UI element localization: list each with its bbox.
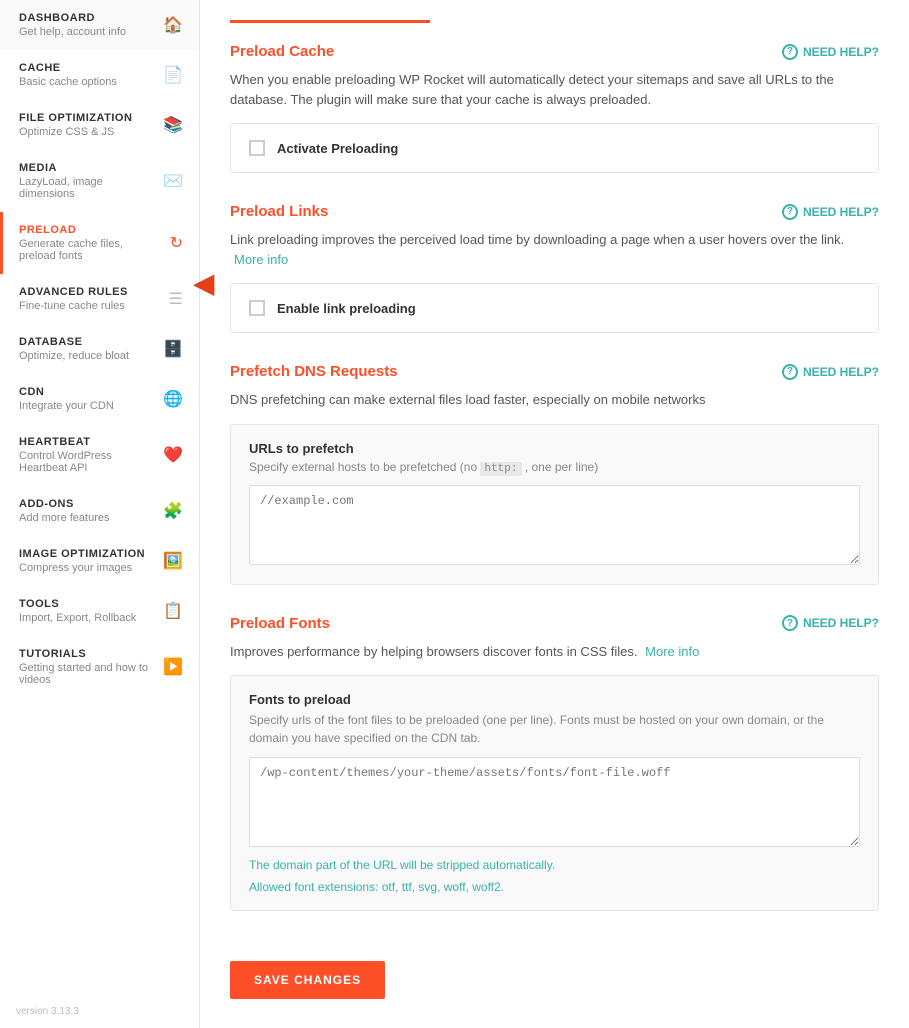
sidebar-item-media[interactable]: MEDIA LazyLoad, image dimensions ✉️: [0, 150, 199, 212]
image-opt-icon: 🖼️: [163, 551, 183, 571]
preload-links-help-link[interactable]: ? NEED HELP?: [782, 204, 879, 220]
main-content: Preload Cache ? NEED HELP? When you enab…: [200, 0, 909, 1028]
prefetch-dns-desc: DNS prefetching can make external files …: [230, 390, 879, 410]
preload-fonts-help-link[interactable]: ? NEED HELP?: [782, 615, 879, 631]
need-help-label-3: NEED HELP?: [803, 365, 879, 379]
help-circle-icon: ?: [782, 44, 798, 60]
need-help-label-2: NEED HELP?: [803, 205, 879, 219]
sidebar-item-database[interactable]: DATABASE Optimize, reduce bloat 🗄️: [0, 324, 199, 374]
save-changes-button[interactable]: SAVE CHANGES: [230, 961, 385, 999]
media-icon: ✉️: [163, 171, 183, 191]
sidebar-item-advanced-rules[interactable]: ADVANCED RULES Fine-tune cache rules ☰: [0, 274, 199, 324]
sidebar-item-preload[interactable]: PRELOAD Generate cache files, preload fo…: [0, 212, 199, 274]
file-opt-icon: 📚: [163, 115, 183, 135]
addons-icon: 🧩: [163, 501, 183, 521]
preload-fonts-title: Preload Fonts: [230, 615, 330, 632]
sidebar-item-add-ons[interactable]: ADD-ONS Add more features 🧩: [0, 486, 199, 536]
preload-fonts-box: Fonts to preload Specify urls of the fon…: [230, 675, 879, 911]
help-circle-icon-2: ?: [782, 204, 798, 220]
preload-cache-desc: When you enable preloading WP Rocket wil…: [230, 70, 879, 109]
sidebar-item-tutorials[interactable]: TUTORIALS Getting started and how to vid…: [0, 636, 199, 698]
preload-links-more-info[interactable]: More info: [234, 252, 288, 267]
activate-preloading-checkbox-row[interactable]: Activate Preloading: [249, 140, 860, 156]
cache-icon: 📄: [163, 65, 183, 85]
fonts-textarea[interactable]: [249, 757, 860, 847]
prefetch-dns-box: URLs to prefetch Specify external hosts …: [230, 424, 879, 585]
preload-fonts-more-info[interactable]: More info: [645, 644, 699, 659]
preload-icon: ↻: [170, 233, 183, 253]
preload-cache-help-link[interactable]: ? NEED HELP?: [782, 44, 879, 60]
need-help-label-4: NEED HELP?: [803, 616, 879, 630]
need-help-label: NEED HELP?: [803, 45, 879, 59]
prefetch-dns-help-link[interactable]: ? NEED HELP?: [782, 364, 879, 380]
sidebar-item-cache[interactable]: CACHE Basic cache options 📄: [0, 50, 199, 100]
sidebar-item-cdn[interactable]: CDN Integrate your CDN 🌐: [0, 374, 199, 424]
tools-icon: 📋: [163, 601, 183, 621]
sidebar-item-tools[interactable]: TOOLS Import, Export, Rollback 📋: [0, 586, 199, 636]
sidebar-item-file-optimization[interactable]: FILE OPTIMIZATION Optimize CSS & JS 📚: [0, 100, 199, 150]
sidebar: DASHBOARD Get help, account info 🏠 CACHE…: [0, 0, 200, 1028]
prefetch-urls-label: URLs to prefetch: [249, 441, 860, 456]
preload-links-desc: Link preloading improves the perceived l…: [230, 230, 879, 269]
preload-links-section: Preload Links ? NEED HELP? Link preloadi…: [230, 203, 879, 333]
fonts-notice-line2: Allowed font extensions: otf, ttf, svg, …: [249, 880, 860, 894]
help-circle-icon-3: ?: [782, 364, 798, 380]
prefetch-urls-textarea[interactable]: [249, 485, 860, 565]
preload-cache-title: Preload Cache: [230, 43, 334, 60]
prefetch-urls-sublabel: Specify external hosts to be prefetched …: [249, 460, 860, 475]
activate-preloading-label: Activate Preloading: [277, 141, 398, 156]
version-label: version 3.13.3: [0, 994, 199, 1028]
prefetch-dns-title: Prefetch DNS Requests: [230, 363, 398, 380]
fonts-notice-line1: The domain part of the URL will be strip…: [249, 858, 860, 872]
preload-links-title: Preload Links: [230, 203, 328, 220]
cdn-icon: 🌐: [163, 389, 183, 409]
help-circle-icon-4: ?: [782, 615, 798, 631]
activate-preloading-checkbox[interactable]: [249, 140, 265, 156]
preload-fonts-desc: Improves performance by helping browsers…: [230, 642, 879, 662]
enable-link-preloading-label: Enable link preloading: [277, 301, 416, 316]
sidebar-item-dashboard[interactable]: DASHBOARD Get help, account info 🏠: [0, 0, 199, 50]
advanced-rules-icon: ☰: [169, 289, 183, 309]
preload-cache-section: Preload Cache ? NEED HELP? When you enab…: [230, 43, 879, 173]
database-icon: 🗄️: [163, 339, 183, 359]
dashboard-icon: 🏠: [163, 15, 183, 35]
preload-arrow: ◀: [194, 268, 214, 299]
enable-link-preloading-checkbox-row[interactable]: Enable link preloading: [249, 300, 860, 316]
enable-link-preloading-checkbox[interactable]: [249, 300, 265, 316]
fonts-sublabel: Specify urls of the font files to be pre…: [249, 711, 860, 747]
preload-cache-box: Activate Preloading: [230, 123, 879, 173]
preload-fonts-section: Preload Fonts ? NEED HELP? Improves perf…: [230, 615, 879, 912]
fonts-label: Fonts to preload: [249, 692, 860, 707]
prefetch-dns-section: Prefetch DNS Requests ? NEED HELP? DNS p…: [230, 363, 879, 585]
tutorials-icon: ▶️: [163, 657, 183, 677]
heartbeat-icon: ❤️: [163, 445, 183, 465]
sidebar-item-image-optimization[interactable]: IMAGE OPTIMIZATION Compress your images …: [0, 536, 199, 586]
top-border: [230, 20, 879, 23]
sidebar-item-heartbeat[interactable]: HEARTBEAT Control WordPress Heartbeat AP…: [0, 424, 199, 486]
preload-links-box: Enable link preloading: [230, 283, 879, 333]
